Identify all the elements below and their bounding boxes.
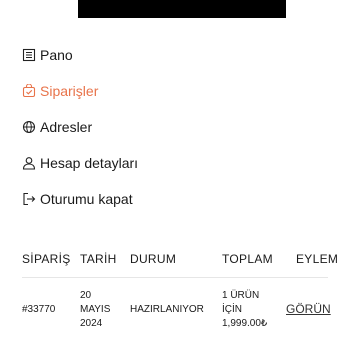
logout-icon xyxy=(22,192,36,206)
top-banner xyxy=(78,0,286,18)
order-date: 20 MAYIS 2024 xyxy=(80,290,111,329)
menu-item-pano[interactable]: Pano xyxy=(22,37,138,73)
menu-item-oturumu-kapat[interactable]: Oturumu kapat xyxy=(22,181,138,217)
globe-icon xyxy=(22,120,36,134)
column-header-actions: EYLEM xyxy=(296,252,339,266)
header-divider xyxy=(22,277,328,278)
column-header-status: DURUM xyxy=(130,252,177,266)
menu-item-siparisler[interactable]: Siparişler xyxy=(22,73,138,109)
user-icon xyxy=(22,156,36,170)
menu-item-label: Pano xyxy=(40,47,73,63)
order-number: #33770 xyxy=(22,304,56,315)
menu-item-label: Adresler xyxy=(40,119,93,135)
menu-item-adresler[interactable]: Adresler xyxy=(22,109,138,145)
menu-item-label: Hesap detayları xyxy=(40,155,139,171)
order-status: HAZIRLANIYOR xyxy=(130,304,204,315)
order-total: 1 ÜRÜN İÇİN 1,999.00₺ xyxy=(222,290,268,329)
column-header-date: TARİH xyxy=(80,252,117,266)
dashboard-icon xyxy=(22,48,36,62)
view-order-link[interactable]: GÖRÜN xyxy=(286,302,331,316)
account-navigation: Pano Siparişler Adresler Hesap detayları… xyxy=(22,37,138,217)
column-header-total: TOPLAM xyxy=(222,252,273,266)
shopping-bag-icon xyxy=(22,84,36,98)
menu-item-label: Oturumu kapat xyxy=(40,191,133,207)
column-header-order: SİPARİŞ xyxy=(22,252,71,266)
menu-item-label: Siparişler xyxy=(40,83,99,99)
menu-item-hesap-detaylari[interactable]: Hesap detayları xyxy=(22,145,138,181)
